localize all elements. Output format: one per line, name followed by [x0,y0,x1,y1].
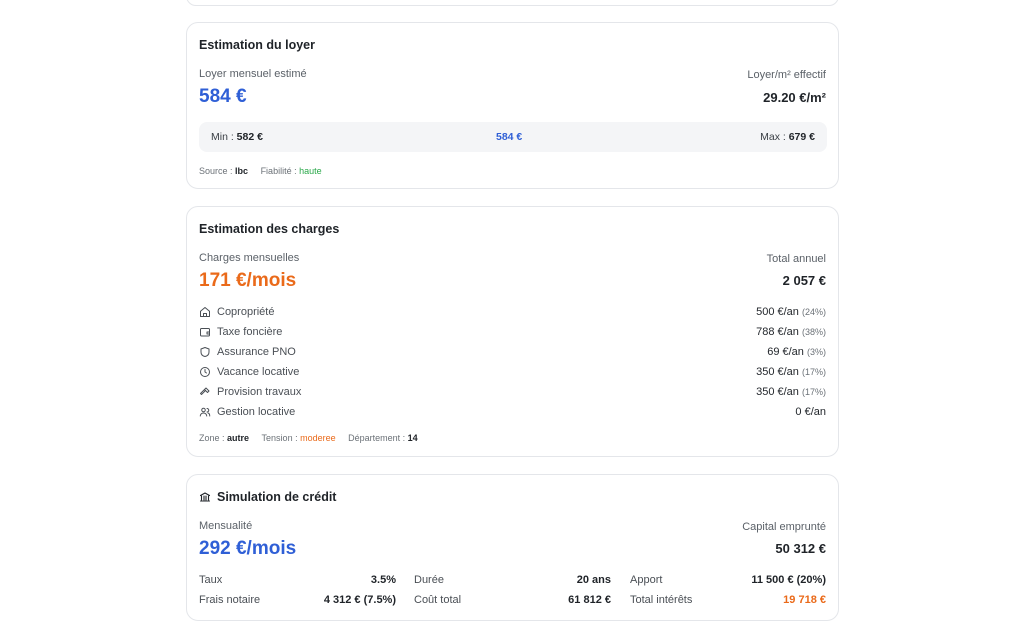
credit-card-title: Simulation de crédit [199,490,336,504]
credit-monthly-value: 292 €/mois [199,538,297,559]
rent-range-bar: Min : 582 € 584 € Max : 679 € [199,122,827,152]
charge-row-taxe-fonciere: Taxe foncière [199,326,282,338]
charges-estimate-card: Estimation des charges Charges mensuelle… [186,206,839,457]
clock-icon [200,367,210,377]
credit-notaire-label: Frais notaire [199,594,261,606]
shield-icon [200,347,210,357]
rent-monthly-value: 584 € [199,86,247,107]
rent-range-mid: 584 € [496,131,523,143]
credit-cout-value: 61 812 € [568,594,611,606]
credit-capital-label: Capital emprunté [742,521,826,533]
rent-card-title: Estimation du loyer [199,38,315,52]
charge-row-copropriete: Copropriété [199,306,274,318]
charge-value-provision-travaux: 350 €/an (17%) [756,386,826,398]
credit-notaire-value: 4 312 € (7.5%) [323,594,396,606]
credit-interets-value: 19 718 € [783,594,826,606]
charge-value-vacance-locative: 350 €/an (17%) [756,366,826,378]
wallet-icon [200,328,210,337]
credit-taux-label: Taux [199,574,223,586]
previous-card [186,0,839,6]
charge-value-gestion-locative: 0 €/an [795,406,826,418]
rent-monthly-label: Loyer mensuel estimé [199,68,307,80]
credit-cout-label: Coût total [414,594,462,606]
charges-zone-meta: Zone : autre Tension : moderee Départeme… [199,433,418,443]
rent-range-min: Min : 582 € [211,131,263,143]
charges-monthly-value: 171 €/mois [199,270,297,291]
credit-apport-value: 11 500 € (20%) [751,574,826,586]
charge-row-gestion-locative: Gestion locative [199,406,295,418]
bank-icon [199,492,211,502]
charges-card-title: Estimation des charges [199,222,340,236]
credit-capital-value: 50 312 € [775,541,826,556]
rent-source-meta: Source : lbc Fiabilité : haute [199,166,322,176]
rent-range-max: Max : 679 € [760,131,815,143]
users-icon [199,407,211,417]
rent-effective-label: Loyer/m² effectif [747,69,826,81]
charge-value-taxe-fonciere: 788 €/an (38%) [756,326,826,338]
charges-annual-label: Total annuel [766,253,826,265]
tension-badge: moderee [300,433,336,443]
charge-row-vacance-locative: Vacance locative [199,366,299,378]
charges-monthly-label: Charges mensuelles [199,252,300,264]
credit-monthly-label: Mensualité [199,520,253,532]
charge-row-provision-travaux: Provision travaux [199,386,301,398]
credit-duree-value: 20 ans [576,574,611,586]
rent-effective-value: 29.20 €/m² [763,90,826,105]
credit-taux-value: 3.5% [370,574,396,586]
credit-duree-label: Durée [414,574,444,586]
hammer-icon [200,387,210,395]
credit-interets-label: Total intérêts [630,594,693,606]
charge-row-assurance-pno: Assurance PNO [199,346,296,358]
charge-value-copropriete: 500 €/an (24%) [756,306,826,318]
home-icon [200,307,210,317]
charges-annual-value: 2 057 € [782,273,826,288]
credit-apport-label: Apport [630,574,663,586]
reliability-badge: haute [299,166,322,176]
charge-value-assurance-pno: 69 €/an (3%) [767,346,826,358]
credit-simulation-card: Simulation de crédit Mensualité 292 €/mo… [186,474,839,621]
rent-estimate-card: Estimation du loyer Loyer mensuel estimé… [186,22,839,189]
